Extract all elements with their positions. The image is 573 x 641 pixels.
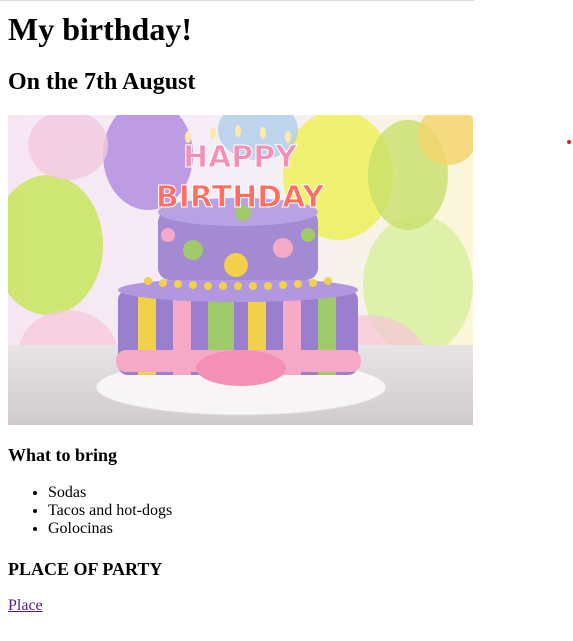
page-subtitle: On the 7th August bbox=[8, 69, 196, 95]
list-item: Golocinas bbox=[48, 520, 172, 538]
place-link[interactable]: Place bbox=[8, 597, 43, 615]
list-item: Tacos and hot-dogs bbox=[48, 502, 172, 520]
candle-text-happy: HAPPY bbox=[183, 140, 298, 175]
candle-text-birthday: BIRTHDAY bbox=[156, 180, 326, 215]
page-title: My birthday! bbox=[8, 11, 192, 47]
red-dot-marker bbox=[567, 140, 571, 144]
bring-list: Sodas Tacos and hot-dogs Golocinas bbox=[8, 484, 172, 538]
list-item: Sodas bbox=[48, 484, 172, 502]
place-of-party-heading: PLACE OF PARTY bbox=[8, 559, 163, 579]
top-divider bbox=[0, 0, 474, 1]
birthday-cake-image: HAPPY BIRTHDAY bbox=[8, 115, 473, 425]
what-to-bring-heading: What to bring bbox=[8, 445, 118, 465]
